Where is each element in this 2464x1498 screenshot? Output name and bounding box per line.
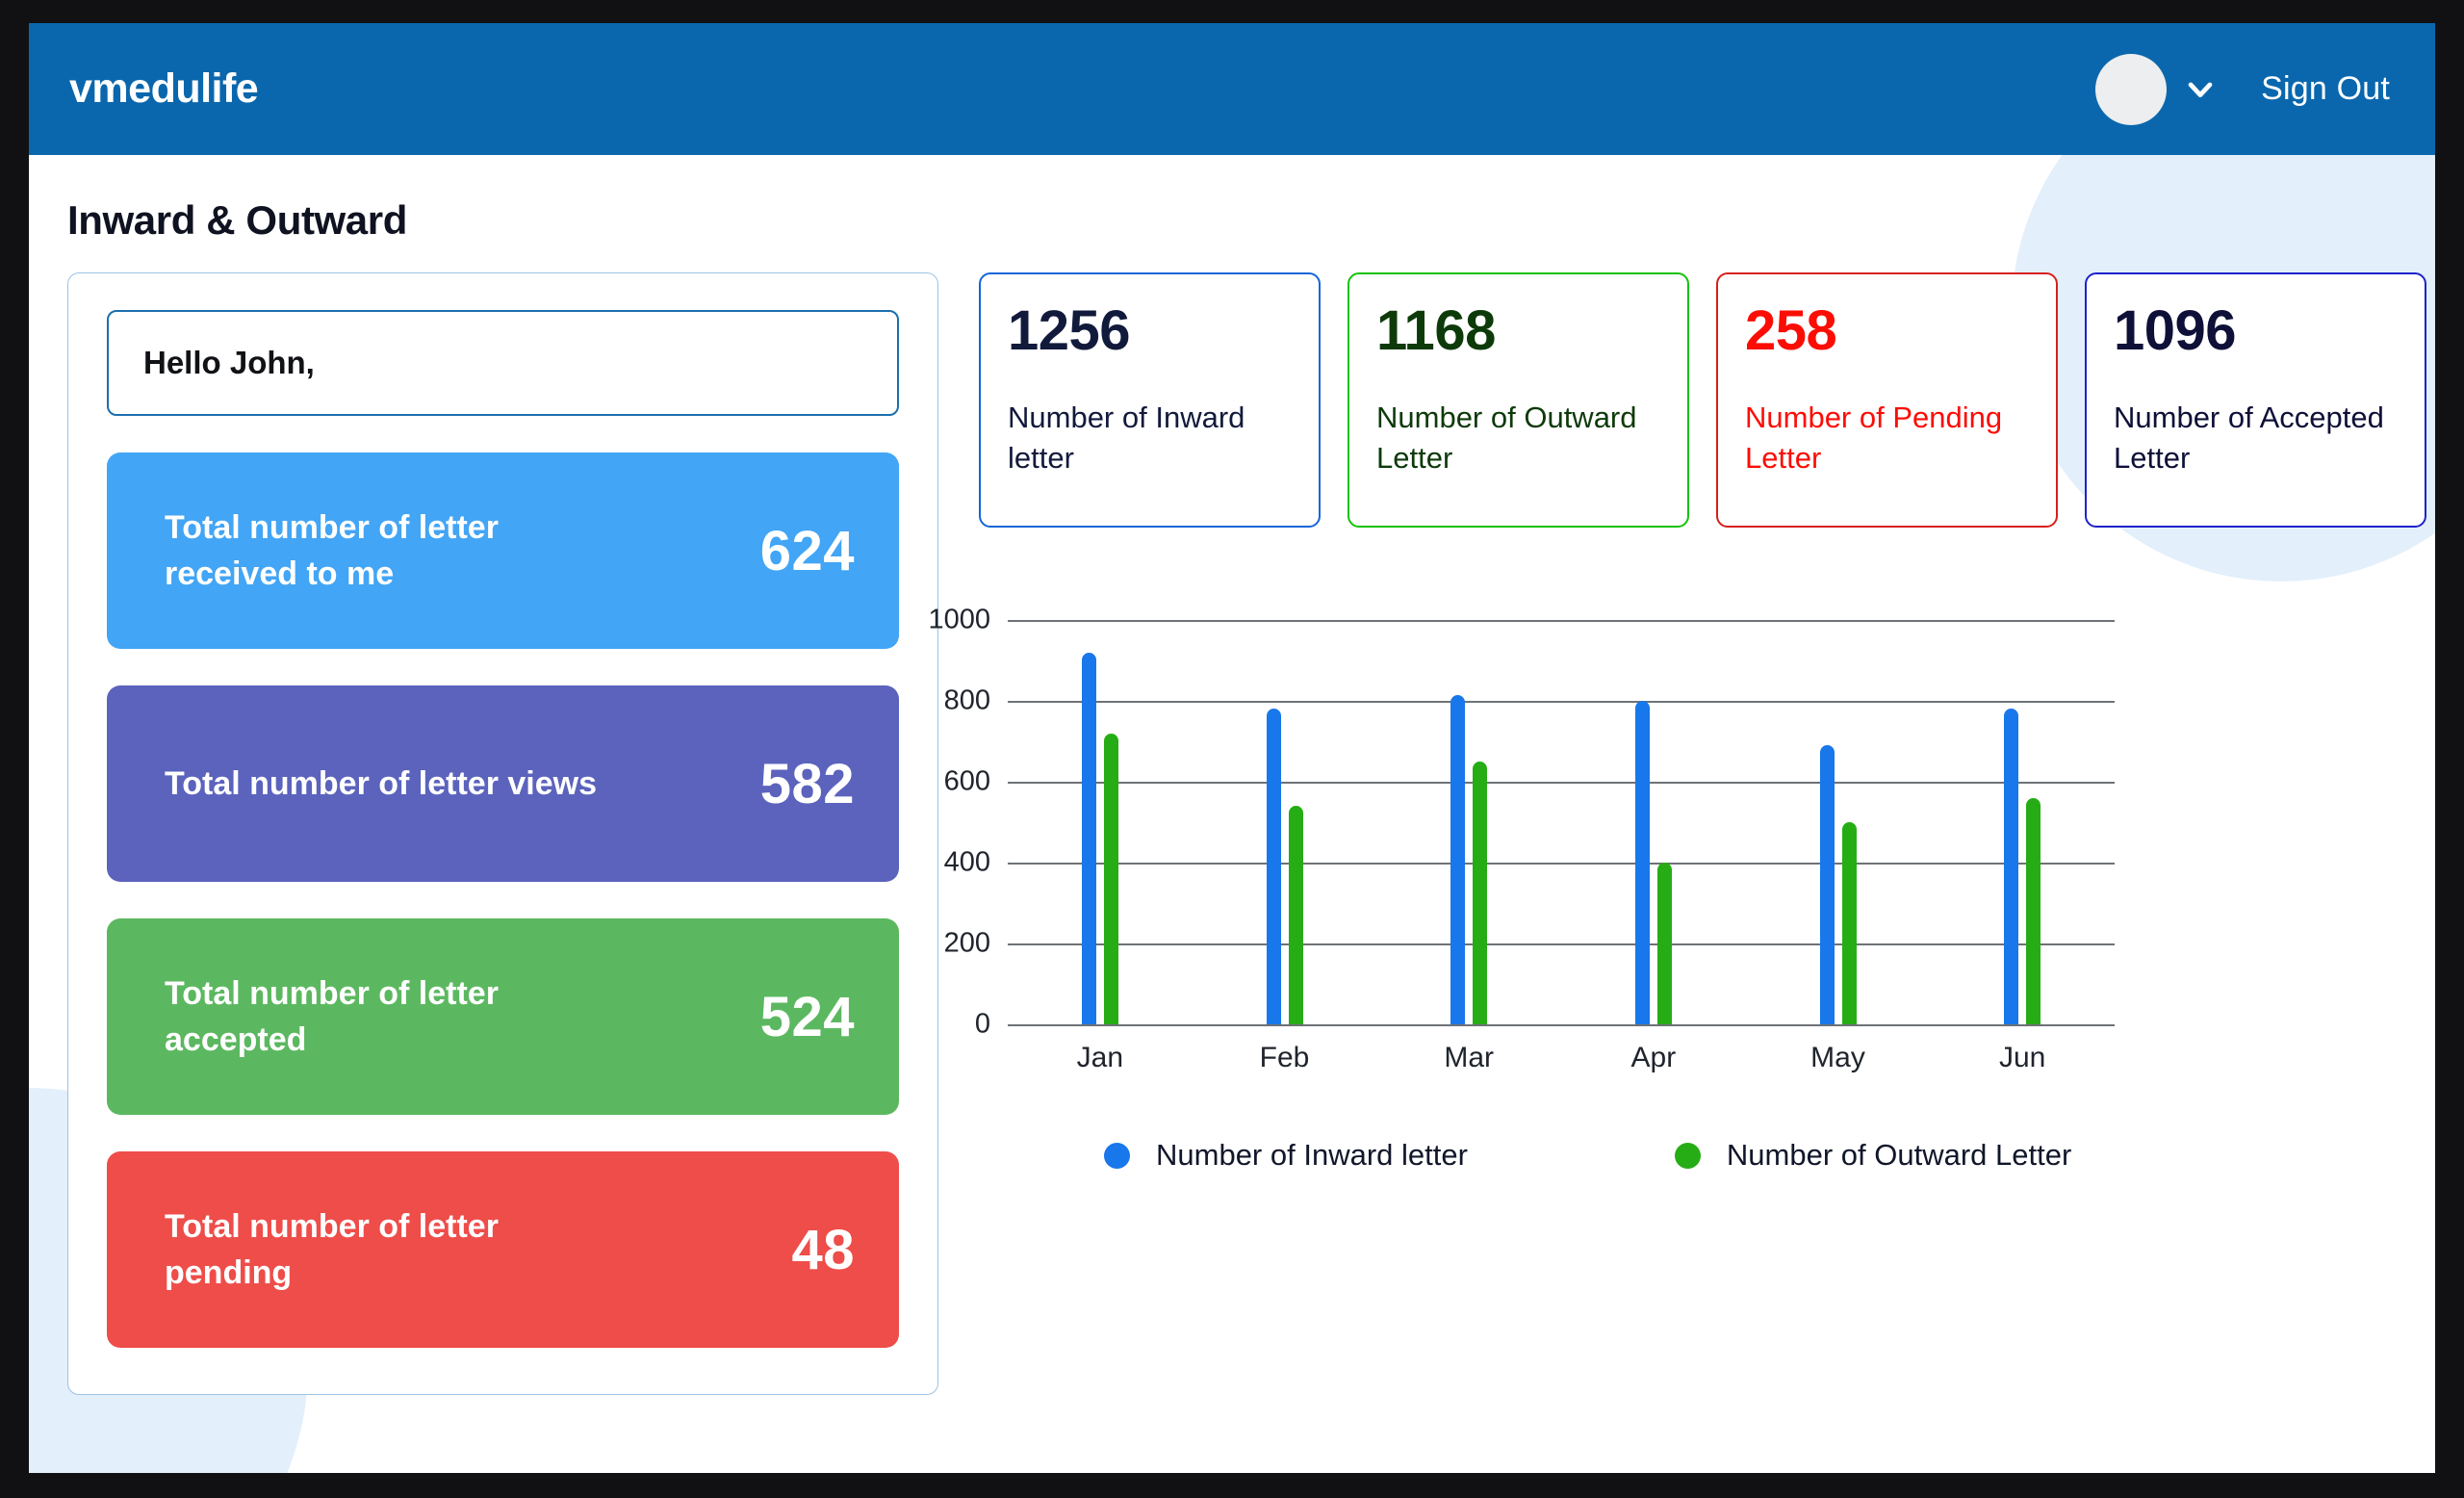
- x-axis-tick-label: Apr: [1630, 1042, 1677, 1073]
- bar-inward[interactable]: [2004, 709, 2019, 1024]
- stat-card-label: Total number of letter received to me: [165, 508, 499, 592]
- y-axis-tick-label: 0: [974, 1008, 990, 1040]
- bar-outward[interactable]: [2026, 797, 2041, 1024]
- bar-outward[interactable]: [1656, 863, 1672, 1024]
- bar-inward[interactable]: [1634, 701, 1650, 1024]
- stat-card-views[interactable]: Total number of letter views 582: [107, 685, 899, 882]
- bar-inward[interactable]: [1081, 652, 1096, 1024]
- left-panel: Total number of letter received to me 62…: [67, 272, 938, 1395]
- kpi-value: 1256: [1008, 299, 1131, 362]
- stat-card-value: 582: [759, 752, 855, 815]
- content-area: Inward & Outward Total number of letter …: [29, 197, 2435, 1395]
- y-axis-tick-label: 200: [943, 927, 990, 959]
- right-column: 1256 Number of Inward letter 1168 Number…: [928, 272, 2426, 1173]
- avatar[interactable]: [2095, 53, 2168, 125]
- bar-group: [1376, 620, 1561, 1024]
- x-axis-tick-label: Jun: [1999, 1042, 2046, 1073]
- app-window: vmedulife Sign Out Inward & Outward Hell…: [29, 23, 2435, 1473]
- kpi-label: Number of Outward Letter: [1376, 400, 1637, 475]
- y-axis-tick-label: 600: [943, 765, 990, 797]
- kpi-value: 1168: [1376, 299, 1496, 362]
- chart-plot-area: 1000 800 600 400 200 0: [928, 605, 2115, 1040]
- x-axis-tick-label: Jan: [1076, 1042, 1124, 1073]
- greeting-input[interactable]: [107, 310, 899, 416]
- stat-card-label: Total number of letter pending: [165, 1207, 499, 1291]
- legend-dot-icon: [1674, 1142, 1701, 1169]
- bar-outward[interactable]: [1841, 822, 1857, 1024]
- bars-layer: [1008, 620, 2115, 1024]
- bar-group: [1930, 620, 2115, 1024]
- kpi-label: Number of Inward letter: [1008, 400, 1245, 475]
- x-axis-labels: Jan Feb Mar Apr May Jun: [1008, 1042, 2115, 1074]
- y-axis-tick-label: 800: [943, 684, 990, 716]
- kpi-value: 258: [1745, 299, 1837, 362]
- stat-card-value: 624: [759, 519, 855, 582]
- legend-item-outward[interactable]: Number of Outward Letter: [1674, 1138, 2072, 1173]
- kpi-card-outward[interactable]: 1168 Number of Outward Letter: [1348, 272, 1689, 528]
- kpi-card-accepted[interactable]: 1096 Number of Accepted Letter: [2085, 272, 2426, 528]
- top-bar: vmedulife Sign Out: [29, 23, 2435, 155]
- kpi-label: Number of Pending Letter: [1745, 400, 2003, 475]
- bar-inward[interactable]: [1266, 709, 1281, 1024]
- legend-label: Number of Inward letter: [1156, 1138, 1468, 1172]
- stat-card-label: Total number of letter accepted: [165, 974, 499, 1058]
- x-axis-tick-label: Feb: [1259, 1042, 1310, 1073]
- legend-dot-icon: [1104, 1142, 1130, 1169]
- kpi-row: 1256 Number of Inward letter 1168 Number…: [979, 272, 2426, 528]
- bar-group: [1193, 620, 1377, 1024]
- bar-outward[interactable]: [1103, 733, 1118, 1024]
- stat-card-label: Total number of letter views: [165, 764, 598, 802]
- page-title: Inward & Outward: [67, 197, 407, 243]
- stat-card-value: 524: [759, 985, 855, 1048]
- bar-group: [1561, 620, 1746, 1024]
- brand-logo[interactable]: vmedulife: [69, 65, 259, 113]
- stat-card-accepted[interactable]: Total number of letter accepted 524: [107, 918, 899, 1115]
- device-frame: vmedulife Sign Out Inward & Outward Hell…: [0, 0, 2464, 1498]
- bar-group: [1746, 620, 1931, 1024]
- kpi-value: 1096: [2114, 299, 2237, 362]
- bar-inward[interactable]: [1450, 694, 1466, 1024]
- kpi-label: Number of Accepted Letter: [2114, 400, 2384, 475]
- stat-card-value: 48: [791, 1218, 855, 1281]
- legend-label: Number of Outward Letter: [1726, 1138, 2072, 1172]
- kpi-card-pending[interactable]: 258 Number of Pending Letter: [1716, 272, 2058, 528]
- chart-legend: Number of Inward letter Number of Outwar…: [1008, 1138, 2426, 1173]
- bar-inward[interactable]: [1819, 745, 1835, 1024]
- x-axis-tick-label: Mar: [1444, 1042, 1495, 1073]
- y-axis-tick-label: 400: [943, 846, 990, 878]
- bar-outward[interactable]: [1473, 762, 1488, 1024]
- gridline: [1008, 1024, 2115, 1026]
- chevron-down-icon[interactable]: [2184, 73, 2217, 106]
- main-row: Total number of letter received to me 62…: [29, 272, 2435, 1395]
- legend-item-inward[interactable]: Number of Inward letter: [1104, 1138, 1468, 1173]
- y-axis-tick-label: 1000: [928, 604, 990, 635]
- bar-outward[interactable]: [1288, 806, 1303, 1024]
- stat-card-pending[interactable]: Total number of letter pending 48: [107, 1151, 899, 1348]
- sign-out-button[interactable]: Sign Out: [2261, 70, 2390, 108]
- top-bar-right: Sign Out: [2095, 53, 2390, 125]
- kpi-card-inward[interactable]: 1256 Number of Inward letter: [979, 272, 1321, 528]
- bar-chart: 1000 800 600 400 200 0 Jan Feb Mar Apr May Jun Num…: [928, 605, 2426, 1173]
- bar-group: [1008, 620, 1193, 1024]
- x-axis-tick-label: May: [1810, 1042, 1865, 1073]
- stat-card-received[interactable]: Total number of letter received to me 62…: [107, 452, 899, 649]
